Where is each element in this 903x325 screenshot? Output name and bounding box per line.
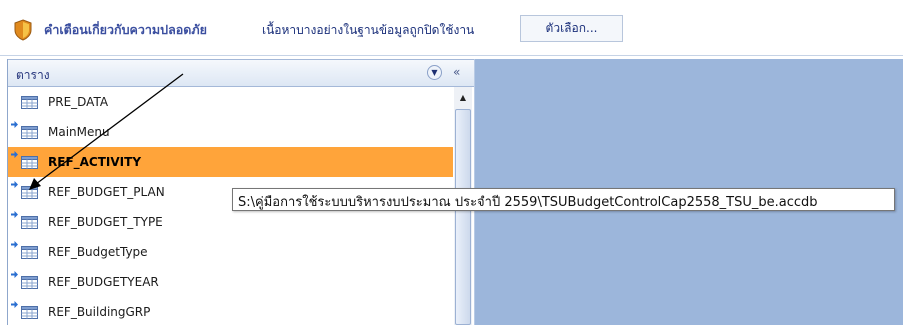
list-item-label: REF_ACTIVITY [48,155,142,169]
options-button[interactable]: ตัวเลือก... [520,15,623,42]
security-message-bar: คำเตือนเกี่ยวกับความปลอดภัย เนื้อหาบางอย… [0,0,903,55]
table-icon [21,96,38,109]
list-item-label: PRE_DATA [48,95,109,109]
shield-icon [14,19,32,41]
table-icon [21,306,38,319]
linked-table-icon [11,301,18,308]
list-item[interactable]: REF_BUDGET_TYPE [8,207,453,237]
linked-table-icon [11,151,18,158]
table-icon [21,186,38,199]
linked-table-icon [11,211,18,218]
table-icon [21,216,38,229]
table-icon [21,276,38,289]
list-item-label: MainMenu [48,125,110,139]
nav-pane-title: ตาราง [16,68,50,82]
list-item[interactable]: PRE_DATA [8,87,453,117]
security-warning-title: คำเตือนเกี่ยวกับความปลอดภัย [44,22,207,37]
list-item[interactable]: REF_BUDGETYEAR [8,267,453,297]
list-item-label: REF_BUDGET_PLAN [48,185,165,199]
collapse-pane-button[interactable]: « [453,65,460,79]
list-item[interactable]: MainMenu [8,117,453,147]
scroll-thumb[interactable] [455,109,471,325]
linked-table-icon [11,121,18,128]
list-item-label: REF_BuildingGRP [48,305,151,319]
list-item-label: REF_BUDGET_TYPE [48,215,163,229]
chevron-down-icon[interactable]: ▼ [427,65,442,80]
list-item[interactable]: REF_BuildingGRP [8,297,453,325]
linked-table-icon [11,271,18,278]
nav-pane-header[interactable]: ตาราง ▼ « [8,59,476,87]
list-item[interactable]: REF_ACTIVITY [8,147,453,177]
list-item-label: REF_BUDGETYEAR [48,275,159,289]
table-icon [21,126,38,139]
list-item[interactable]: REF_BudgetType [8,237,453,267]
security-warning-text: เนื้อหาบางอย่างในฐานข้อมูลถูกปิดใช้งาน [262,23,475,37]
linked-table-icon [11,181,18,188]
divider [0,55,903,56]
scroll-up-icon[interactable]: ▲ [455,89,471,105]
table-icon [21,246,38,259]
path-tooltip: S:\คู่มือการใช้ระบบบริหารงบประมาณ ประจำป… [232,188,895,211]
list-item-label: REF_BudgetType [48,245,148,259]
table-icon [21,156,38,169]
linked-table-icon [11,241,18,248]
